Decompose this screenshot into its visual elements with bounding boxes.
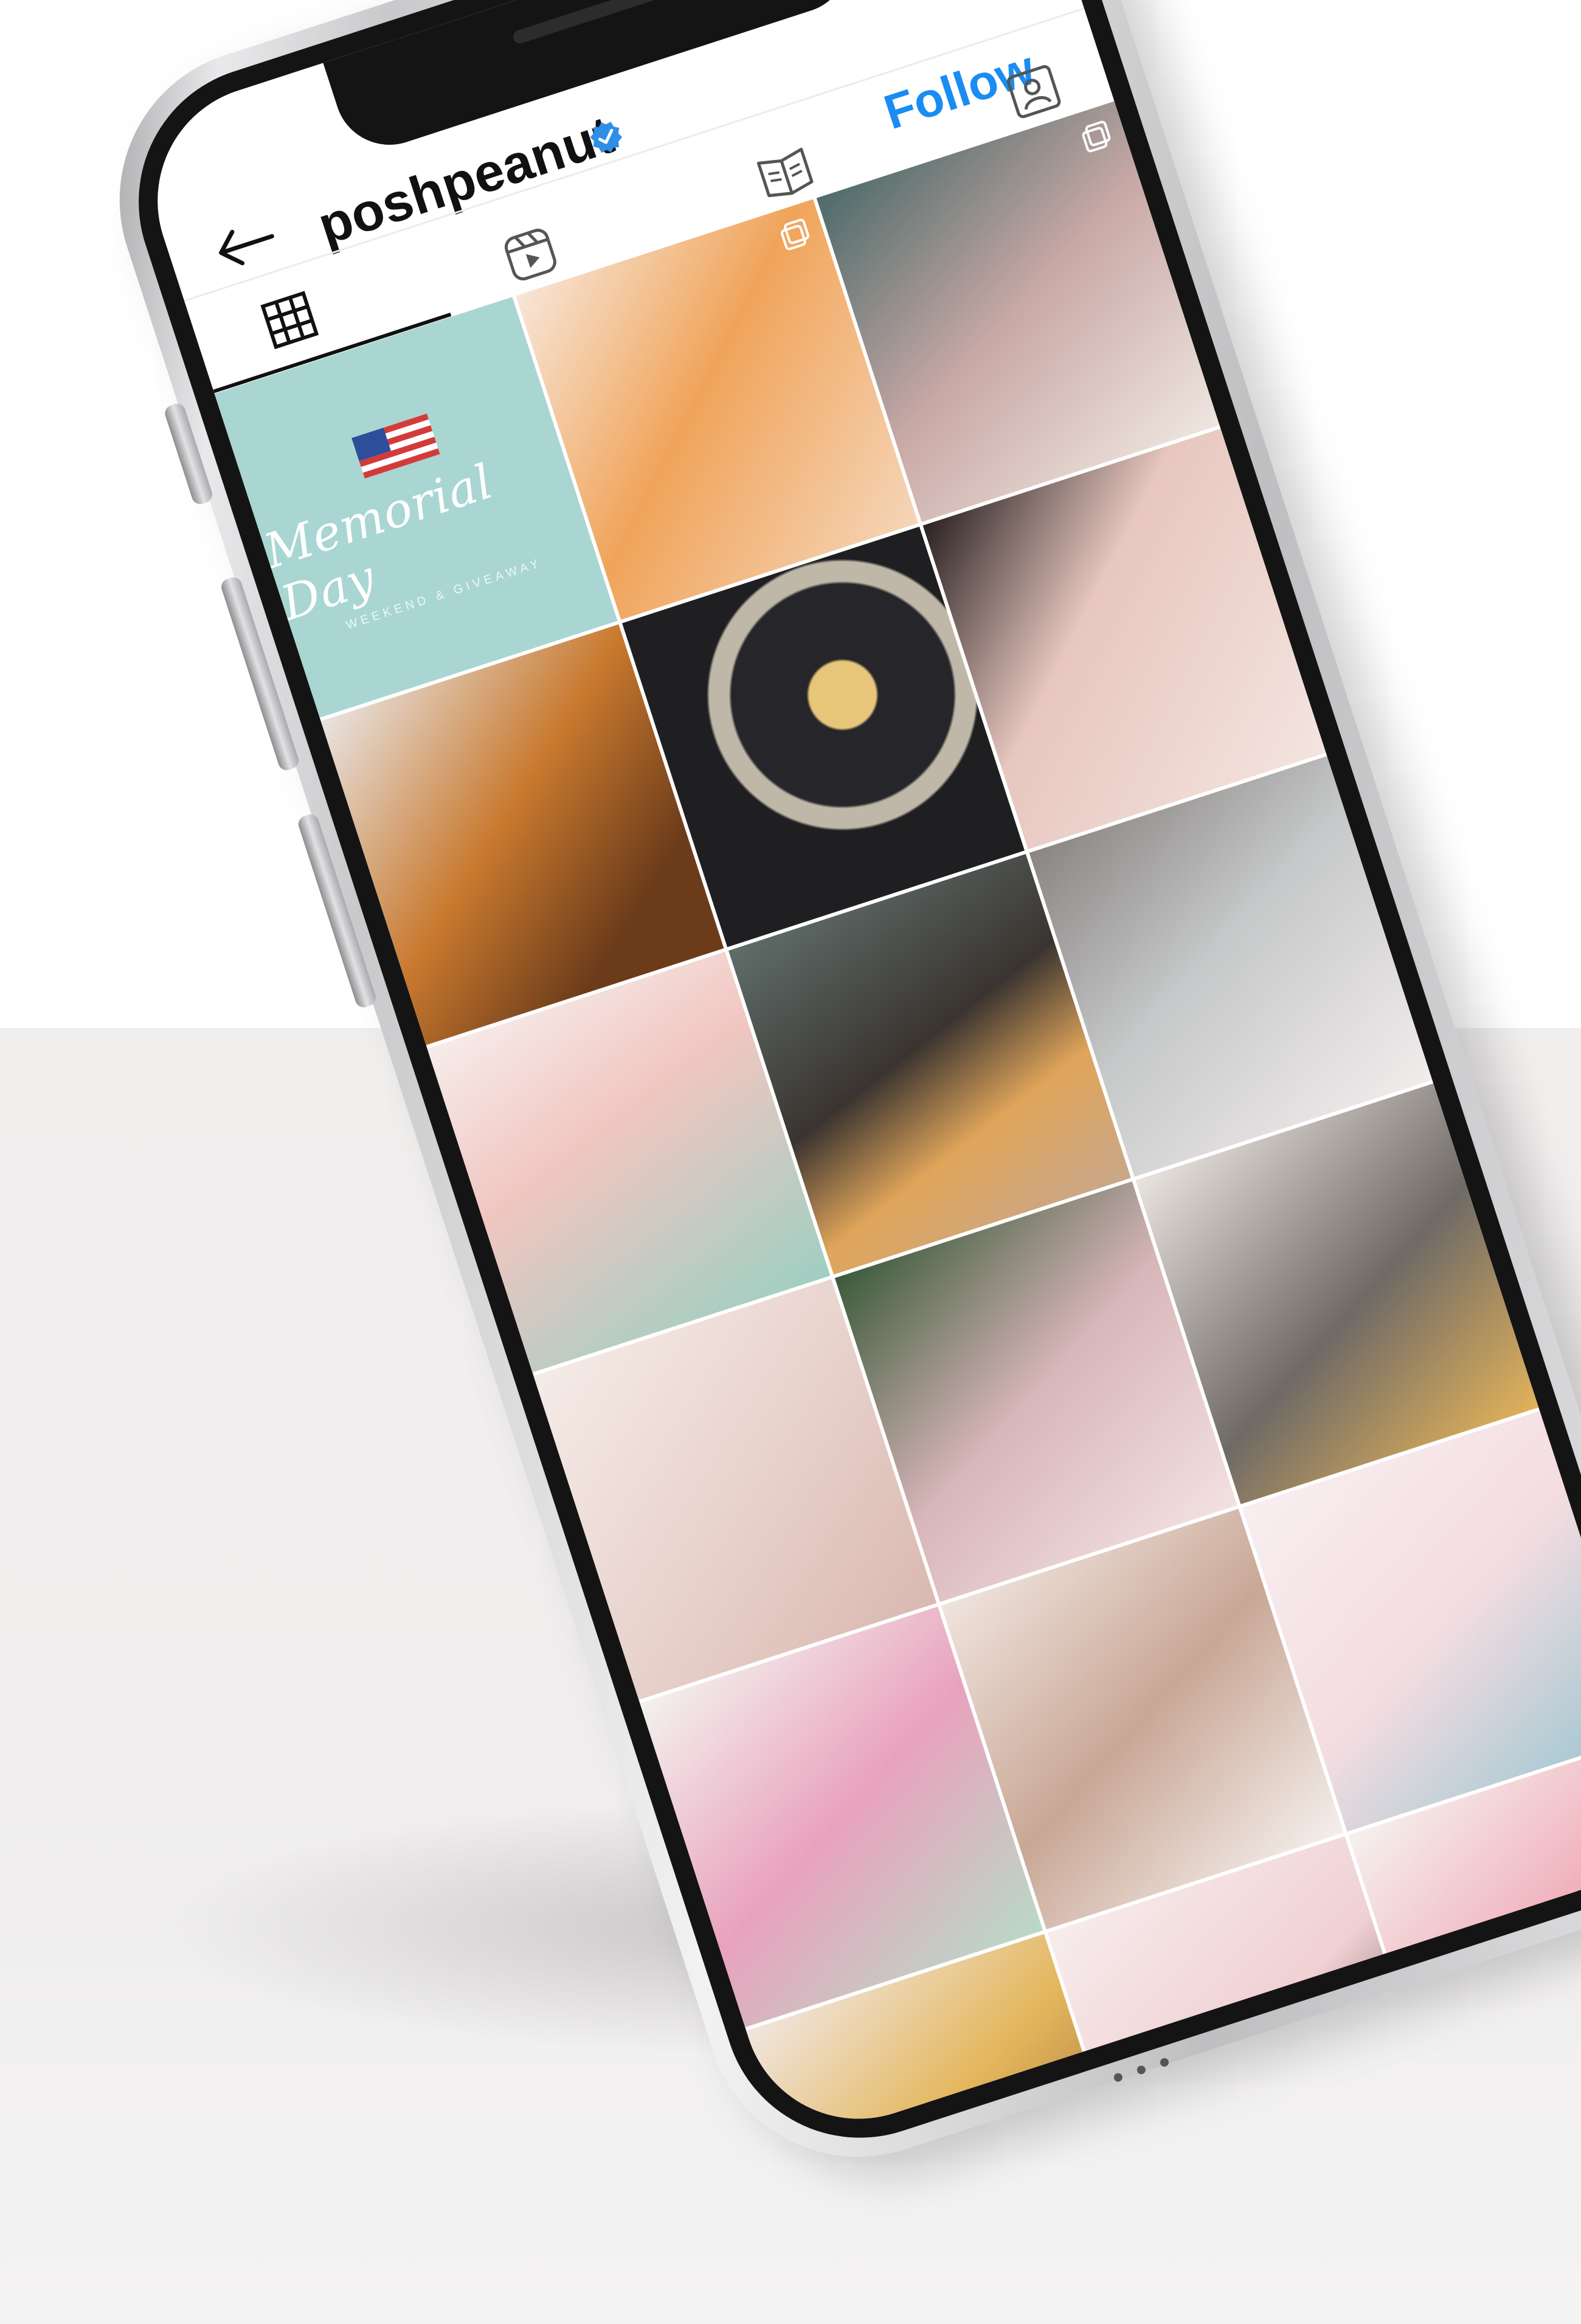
multiple-posts-icon [781,218,810,251]
arrow-left-icon[interactable] [207,214,284,276]
grid-icon[interactable] [255,286,324,355]
guides-icon[interactable] [750,137,819,206]
reels-icon[interactable] [496,220,565,289]
earpiece-speaker [511,0,666,46]
multiple-posts-icon [1082,120,1111,153]
